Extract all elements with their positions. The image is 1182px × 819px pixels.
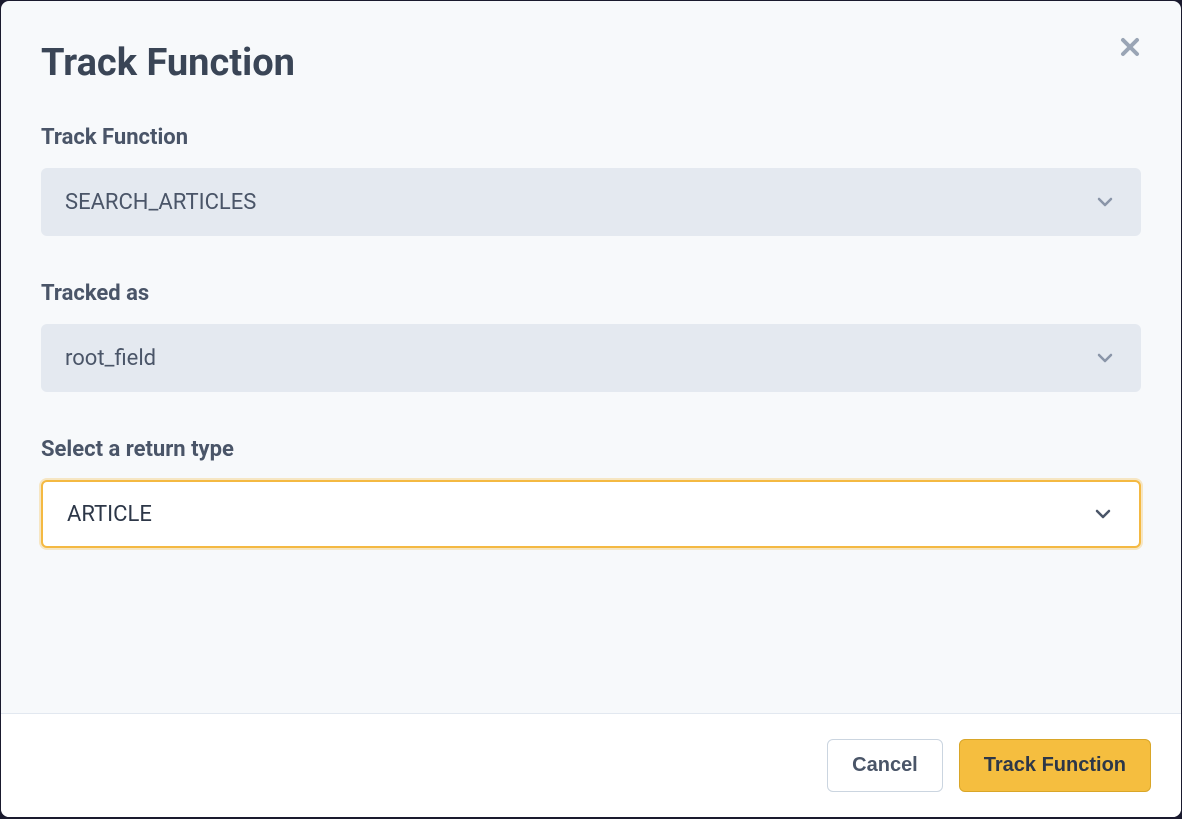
return-type-group: Select a return type ARTICLE bbox=[41, 437, 1141, 548]
modal-header: Track Function bbox=[1, 1, 1181, 105]
chevron-down-icon bbox=[1093, 346, 1117, 370]
tracked-as-label: Tracked as bbox=[41, 281, 1141, 306]
tracked-as-group: Tracked as root_field bbox=[41, 281, 1141, 392]
return-type-value: ARTICLE bbox=[67, 502, 1091, 527]
close-button[interactable] bbox=[1114, 31, 1146, 63]
return-type-select[interactable]: ARTICLE bbox=[41, 480, 1141, 548]
return-type-label: Select a return type bbox=[41, 437, 1141, 462]
chevron-down-icon bbox=[1091, 502, 1115, 526]
modal-body: Track Function SEARCH_ARTICLES Tracked a… bbox=[1, 105, 1181, 713]
cancel-button[interactable]: Cancel bbox=[827, 739, 943, 792]
tracked-as-value: root_field bbox=[65, 346, 1093, 371]
track-function-modal: Track Function Track Function SEARCH_ART… bbox=[1, 1, 1181, 817]
modal-title: Track Function bbox=[41, 41, 1141, 85]
modal-footer: Cancel Track Function bbox=[1, 713, 1181, 817]
track-function-value: SEARCH_ARTICLES bbox=[65, 190, 1093, 215]
track-function-label: Track Function bbox=[41, 125, 1141, 150]
close-icon bbox=[1118, 35, 1142, 59]
track-function-button[interactable]: Track Function bbox=[959, 739, 1151, 792]
track-function-select[interactable]: SEARCH_ARTICLES bbox=[41, 168, 1141, 236]
track-function-group: Track Function SEARCH_ARTICLES bbox=[41, 125, 1141, 236]
chevron-down-icon bbox=[1093, 190, 1117, 214]
tracked-as-select[interactable]: root_field bbox=[41, 324, 1141, 392]
